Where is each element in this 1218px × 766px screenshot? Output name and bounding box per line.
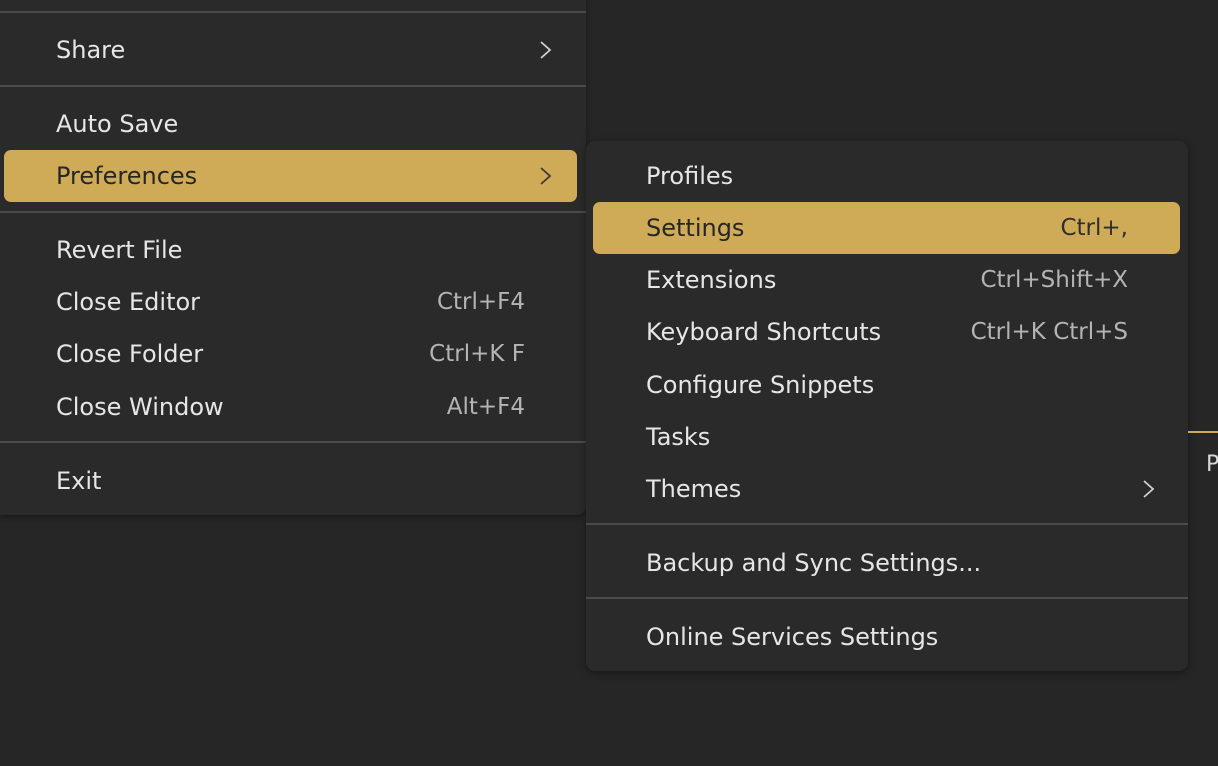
- menu-item-tasks[interactable]: Tasks: [593, 411, 1180, 463]
- menu-item-exit[interactable]: Exit: [4, 455, 577, 507]
- menu-item-preferences[interactable]: Preferences: [4, 150, 577, 202]
- menu-item-settings[interactable]: Settings Ctrl+,: [593, 202, 1180, 254]
- menu-item-label: Revert File: [56, 236, 183, 264]
- menu-item-shortcut: Ctrl+Shift+X: [980, 267, 1128, 293]
- menu-item-label: Exit: [56, 467, 102, 495]
- menu-item-auto-save[interactable]: Auto Save: [4, 98, 577, 150]
- panel-border: [1188, 431, 1218, 433]
- menu-item-label: Online Services Settings: [646, 623, 939, 651]
- menu-item-label: Profiles: [646, 162, 734, 190]
- screen: Share Auto Save Preferences Revert File …: [0, 0, 1218, 766]
- chevron-right-icon: [540, 41, 552, 59]
- menu-separator: [0, 211, 586, 213]
- menu-item-label: Extensions: [646, 266, 777, 294]
- menu-item-shortcut: Ctrl+K Ctrl+S: [970, 319, 1128, 345]
- menu-item-label: Share: [56, 36, 126, 64]
- chevron-right-icon: [540, 167, 552, 185]
- menu-item-label: Settings: [646, 214, 745, 242]
- menu-item-configure-snippets[interactable]: Configure Snippets: [593, 359, 1180, 411]
- menu-item-extensions[interactable]: Extensions Ctrl+Shift+X: [593, 254, 1180, 306]
- menu-separator: [0, 441, 586, 443]
- file-menu: Share Auto Save Preferences Revert File …: [0, 0, 586, 515]
- menu-item-shortcut: Ctrl+F4: [436, 289, 525, 315]
- menu-item-close-folder[interactable]: Close Folder Ctrl+K F: [4, 328, 577, 380]
- menu-separator: [586, 597, 1188, 599]
- menu-item-revert-file[interactable]: Revert File: [4, 224, 577, 276]
- menu-item-keyboard-shortcuts[interactable]: Keyboard Shortcuts Ctrl+K Ctrl+S: [593, 306, 1180, 358]
- menu-item-themes[interactable]: Themes: [593, 463, 1180, 515]
- menu-item-label: Backup and Sync Settings...: [646, 549, 982, 577]
- menu-item-profiles[interactable]: Profiles: [593, 150, 1180, 202]
- menu-item-label: Tasks: [646, 423, 711, 451]
- menu-item-close-window[interactable]: Close Window Alt+F4: [4, 381, 577, 433]
- menu-separator: [0, 11, 586, 13]
- menu-item-label: Themes: [646, 475, 742, 503]
- menu-item-shortcut: Ctrl+K F: [429, 341, 525, 367]
- menu-separator: [0, 85, 586, 87]
- menu-item-shortcut: Alt+F4: [446, 394, 525, 420]
- preferences-submenu: Profiles Settings Ctrl+, Extensions Ctrl…: [586, 141, 1188, 671]
- menu-item-label: Close Folder: [56, 340, 204, 368]
- menu-item-label: Close Window: [56, 393, 224, 421]
- menu-item-label: Preferences: [56, 162, 198, 190]
- menu-item-shortcut: Ctrl+,: [1060, 215, 1128, 241]
- chevron-right-icon: [1143, 480, 1155, 498]
- panel-peek-text: P: [1206, 452, 1218, 477]
- menu-item-backup-and-sync[interactable]: Backup and Sync Settings...: [593, 537, 1180, 589]
- menu-item-share[interactable]: Share: [4, 24, 577, 76]
- menu-item-online-services-settings[interactable]: Online Services Settings: [593, 611, 1180, 663]
- menu-item-close-editor[interactable]: Close Editor Ctrl+F4: [4, 276, 577, 328]
- menu-item-label: Keyboard Shortcuts: [646, 318, 882, 346]
- menu-item-label: Auto Save: [56, 110, 179, 138]
- menu-separator: [586, 523, 1188, 525]
- menu-item-label: Close Editor: [56, 288, 201, 316]
- menu-item-label: Configure Snippets: [646, 371, 875, 399]
